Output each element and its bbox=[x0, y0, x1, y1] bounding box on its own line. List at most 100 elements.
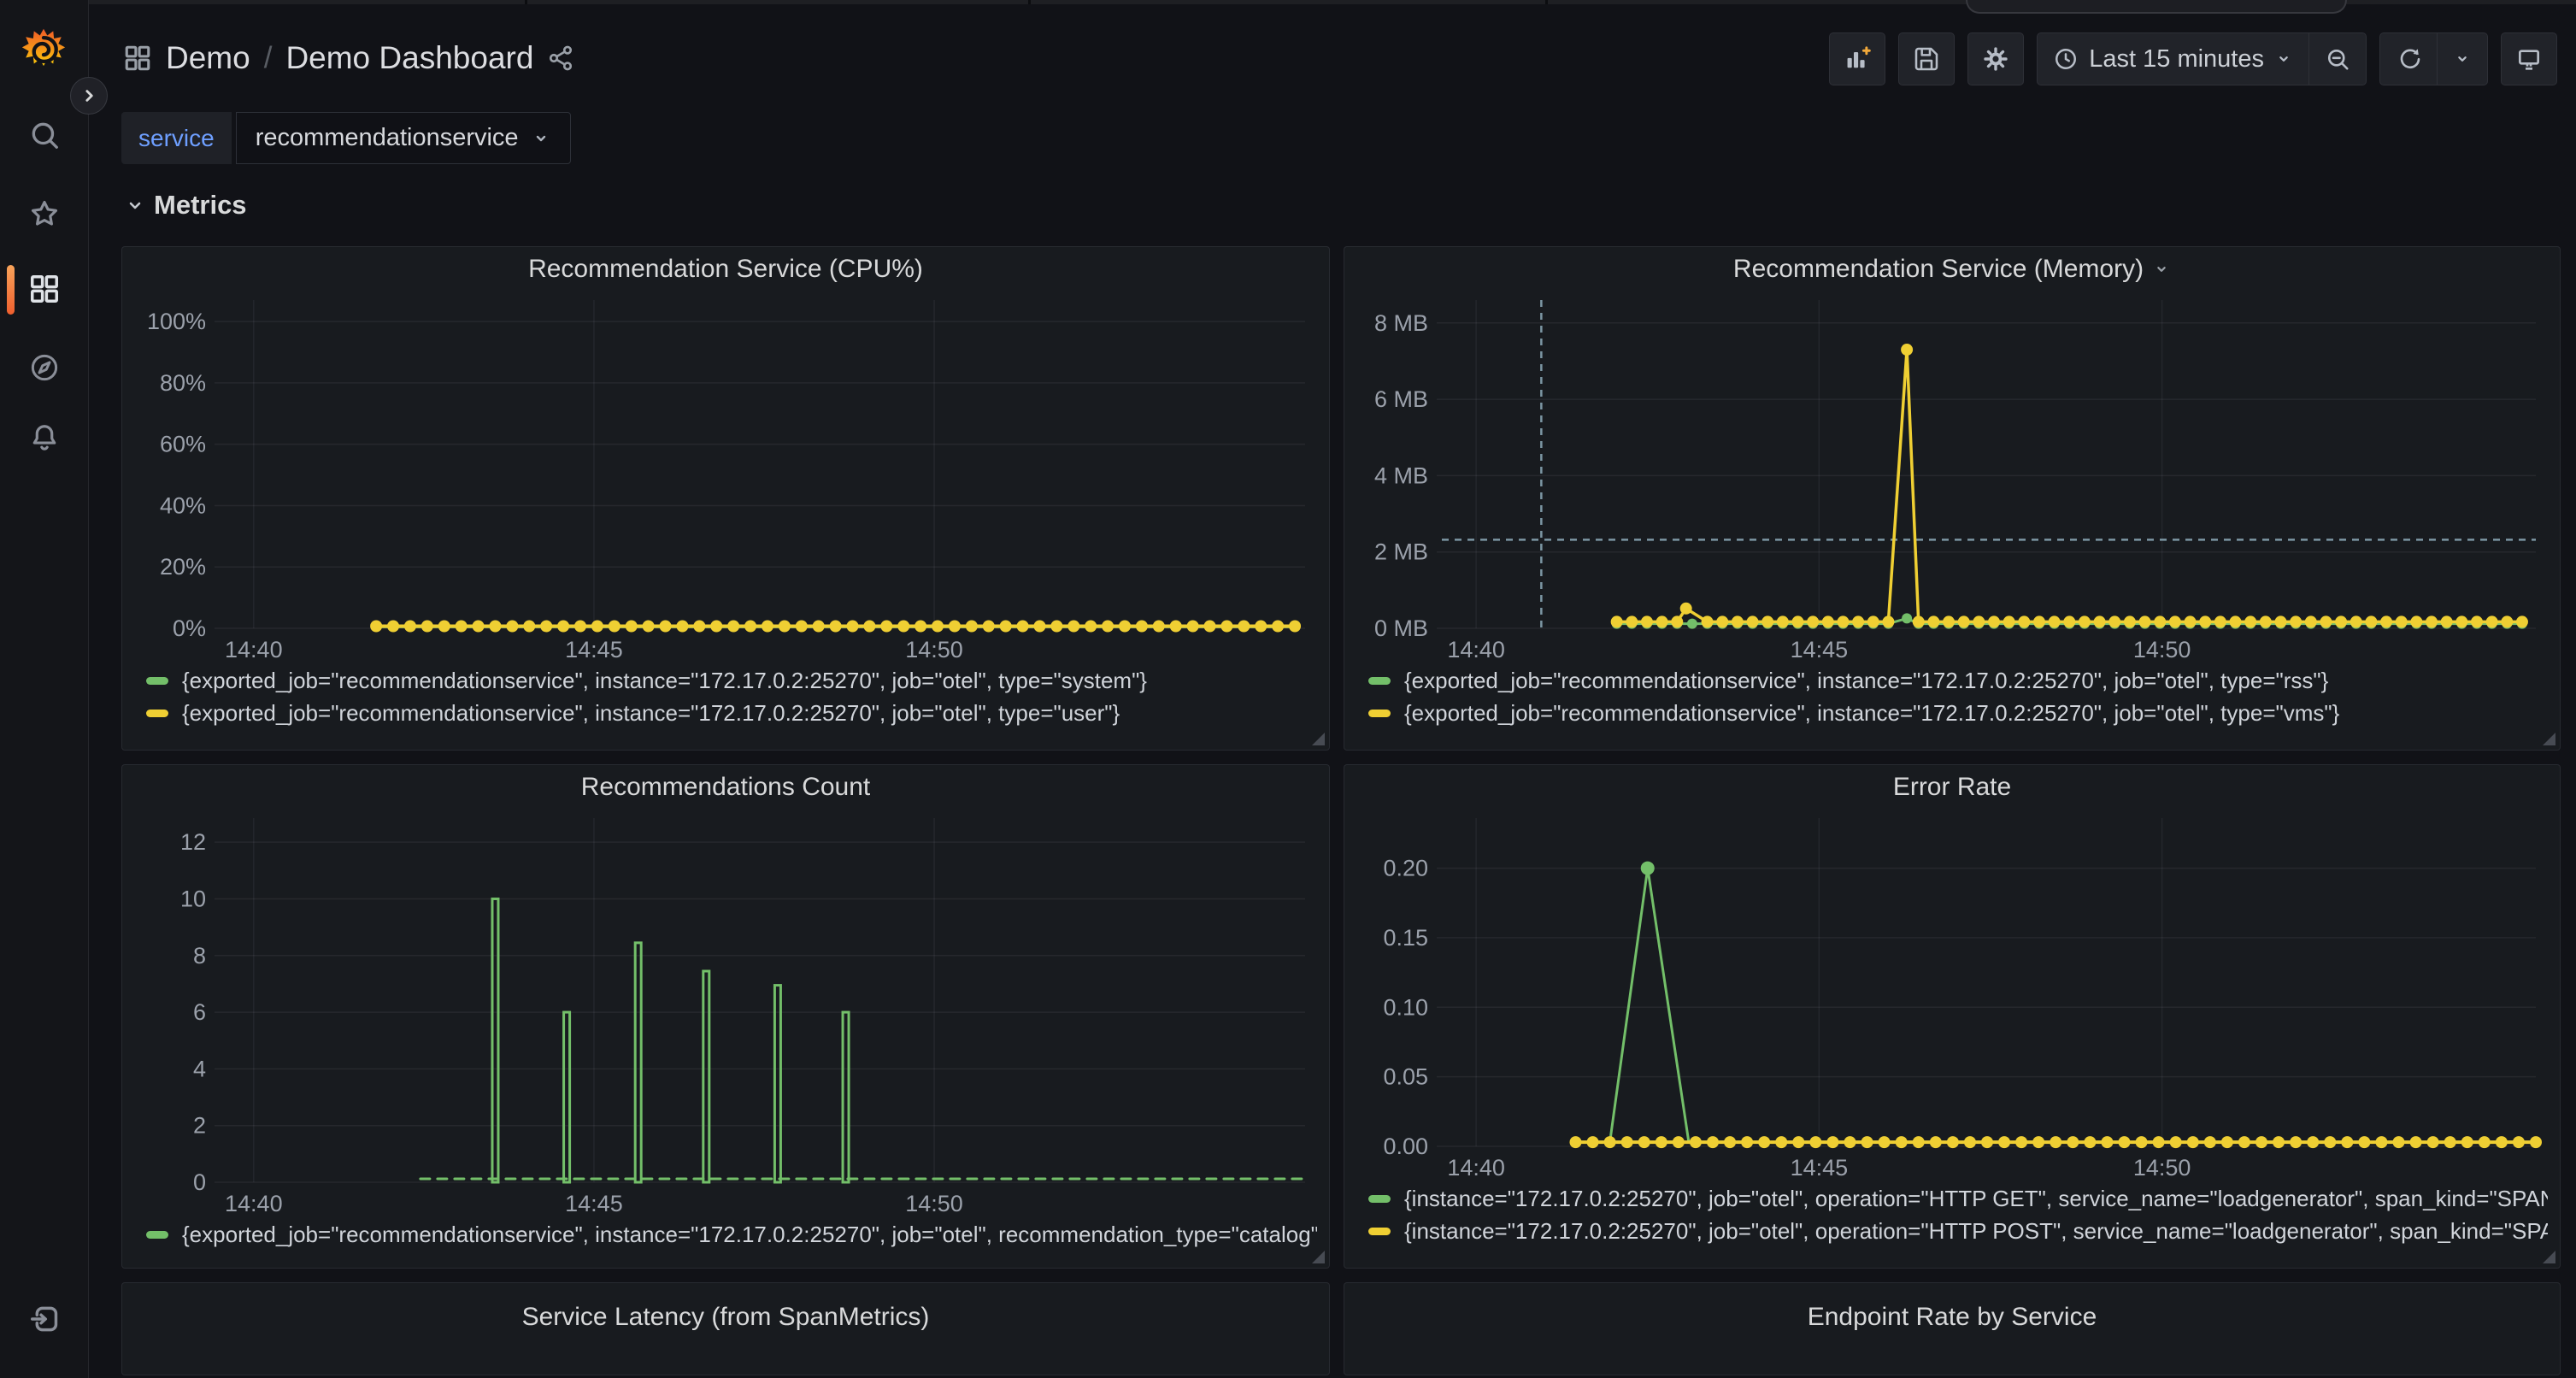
breadcrumb-dashboard[interactable]: Demo Dashboard bbox=[285, 40, 533, 76]
panel-cpu: Recommendation Service (CPU%) 0%20%40%60… bbox=[121, 246, 1330, 751]
legend-swatch bbox=[146, 677, 168, 685]
chevron-down-icon bbox=[531, 128, 551, 149]
time-controls: Last 15 minutes bbox=[2037, 32, 2367, 85]
legend: {instance="172.17.0.2:25270", job="otel"… bbox=[1356, 1182, 2548, 1247]
refresh-button[interactable] bbox=[2380, 33, 2437, 85]
svg-text:14:50: 14:50 bbox=[905, 1191, 963, 1216]
cpu-chart[interactable]: 0%20%40%60%80%100%14:4014:4514:50 bbox=[134, 292, 1319, 664]
svg-text:0.15: 0.15 bbox=[1383, 925, 1428, 951]
svg-text:14:45: 14:45 bbox=[565, 1191, 623, 1216]
svg-text:0: 0 bbox=[193, 1169, 206, 1195]
svg-text:0.05: 0.05 bbox=[1383, 1064, 1428, 1090]
sign-in-icon[interactable] bbox=[28, 1303, 61, 1335]
row-title: Metrics bbox=[154, 190, 247, 221]
panel-service-latency: Service Latency (from SpanMetrics) bbox=[121, 1282, 1330, 1375]
svg-text:8: 8 bbox=[193, 943, 206, 969]
breadcrumb-folder[interactable]: Demo bbox=[166, 40, 250, 76]
panel-resize-handle[interactable] bbox=[1312, 733, 1325, 745]
refresh-controls bbox=[2379, 32, 2488, 85]
panel-title[interactable]: Error Rate bbox=[1356, 765, 2548, 810]
variable-label[interactable]: service bbox=[121, 112, 232, 164]
legend: {exported_job="recommendationservice", i… bbox=[134, 1218, 1317, 1251]
kiosk-mode-button[interactable] bbox=[2501, 32, 2557, 85]
svg-text:0 MB: 0 MB bbox=[1374, 615, 1428, 641]
panel-title[interactable]: Endpoint Rate by Service bbox=[1356, 1295, 2548, 1340]
svg-text:6 MB: 6 MB bbox=[1374, 386, 1428, 412]
svg-text:14:45: 14:45 bbox=[1791, 637, 1849, 662]
variable-value-dropdown[interactable]: recommendationservice bbox=[236, 112, 571, 164]
template-variables: service recommendationservice bbox=[121, 112, 571, 164]
browser-tab-separator bbox=[1028, 0, 1031, 4]
grafana-logo-icon[interactable] bbox=[21, 27, 66, 72]
panel-error-rate: Error Rate 0.00 0.05 0.10 0.15 0.20 14:40 14:4… bbox=[1344, 764, 2561, 1269]
legend: {exported_job="recommendationservice", i… bbox=[134, 664, 1317, 729]
legend-item[interactable]: {exported_job="recommendationservice", i… bbox=[146, 664, 1317, 697]
legend-item[interactable]: {exported_job="recommendationservice", i… bbox=[146, 697, 1317, 729]
time-range-picker[interactable]: Last 15 minutes bbox=[2038, 33, 2308, 85]
time-range-label: Last 15 minutes bbox=[2089, 45, 2264, 74]
legend-item[interactable]: {exported_job="recommendationservice", i… bbox=[1368, 697, 2548, 729]
starred-icon[interactable] bbox=[28, 197, 61, 230]
add-panel-button[interactable] bbox=[1829, 32, 1885, 85]
svg-text:14:45: 14:45 bbox=[1791, 1155, 1849, 1181]
svg-text:80%: 80% bbox=[160, 370, 206, 396]
legend-swatch bbox=[1368, 677, 1391, 685]
error-rate-chart[interactable]: 0.00 0.05 0.10 0.15 0.20 14:40 14:45 14:50 bbox=[1356, 810, 2550, 1182]
svg-text:14:40: 14:40 bbox=[1447, 1155, 1505, 1181]
svg-text:0.20: 0.20 bbox=[1383, 856, 1428, 881]
svg-text:2 MB: 2 MB bbox=[1374, 539, 1428, 565]
panel-resize-handle[interactable] bbox=[1312, 1251, 1325, 1263]
svg-text:14:50: 14:50 bbox=[2133, 1155, 2191, 1181]
explore-compass-icon[interactable] bbox=[28, 351, 61, 384]
recommendations-chart[interactable]: 02468101214:4014:4514:50 bbox=[134, 810, 1319, 1218]
breadcrumb-separator: / bbox=[264, 41, 273, 75]
svg-text:14:50: 14:50 bbox=[2133, 637, 2191, 662]
panel-resize-handle[interactable] bbox=[2543, 733, 2555, 745]
share-icon[interactable] bbox=[547, 44, 574, 72]
svg-text:12: 12 bbox=[180, 829, 206, 855]
dashboard-settings-button[interactable] bbox=[1967, 32, 2024, 85]
dashboard-toolbar: Last 15 minutes bbox=[1829, 32, 2557, 85]
panel-title[interactable]: Service Latency (from SpanMetrics) bbox=[134, 1295, 1317, 1340]
legend-label: {exported_job="recommendationservice", i… bbox=[182, 700, 1120, 727]
legend-label: {exported_job="recommendationservice", i… bbox=[182, 1222, 1317, 1248]
svg-text:60%: 60% bbox=[160, 432, 206, 457]
sidebar bbox=[0, 0, 89, 1378]
alerting-bell-icon[interactable] bbox=[28, 422, 61, 455]
chevron-down-icon bbox=[2274, 50, 2293, 68]
dashboards-icon[interactable] bbox=[28, 273, 61, 305]
svg-text:14:45: 14:45 bbox=[565, 637, 623, 662]
panel-title[interactable]: Recommendation Service (Memory) bbox=[1356, 247, 2548, 292]
chevron-down-icon bbox=[125, 195, 145, 215]
svg-text:0.10: 0.10 bbox=[1383, 994, 1428, 1020]
svg-text:14:50: 14:50 bbox=[905, 637, 963, 662]
legend-swatch bbox=[146, 710, 168, 717]
svg-text:0%: 0% bbox=[173, 615, 206, 641]
row-metrics-toggle[interactable]: Metrics bbox=[125, 190, 247, 221]
panel-menu-caret-icon bbox=[2152, 260, 2171, 279]
legend-swatch bbox=[1368, 710, 1391, 717]
memory-chart[interactable]: 0 MB2 MB4 MB6 MB8 MB14:4014:4514:50 bbox=[1356, 292, 2550, 664]
zoom-out-button[interactable] bbox=[2308, 33, 2366, 85]
panel-endpoint-rate: Endpoint Rate by Service bbox=[1344, 1282, 2561, 1375]
svg-text:4 MB: 4 MB bbox=[1374, 462, 1428, 488]
search-icon[interactable] bbox=[28, 119, 61, 151]
svg-text:100%: 100% bbox=[147, 309, 206, 334]
legend-label: {instance="172.17.0.2:25270", job="otel"… bbox=[1404, 1186, 2548, 1212]
legend-item[interactable]: {instance="172.17.0.2:25270", job="otel"… bbox=[1368, 1215, 2548, 1247]
legend-label: {exported_job="recommendationservice", i… bbox=[1404, 700, 2339, 727]
expand-menu-button[interactable] bbox=[70, 77, 108, 115]
svg-text:0.00: 0.00 bbox=[1383, 1134, 1428, 1159]
legend-item[interactable]: {instance="172.17.0.2:25270", job="otel"… bbox=[1368, 1182, 2548, 1215]
legend-item[interactable]: {exported_job="recommendationservice", i… bbox=[146, 1218, 1317, 1251]
legend-item[interactable]: {exported_job="recommendationservice", i… bbox=[1368, 664, 2548, 697]
panel-title[interactable]: Recommendation Service (CPU%) bbox=[134, 247, 1317, 292]
panel-resize-handle[interactable] bbox=[2543, 1251, 2555, 1263]
svg-text:8 MB: 8 MB bbox=[1374, 310, 1428, 336]
panel-title[interactable]: Recommendations Count bbox=[134, 765, 1317, 810]
browser-tab-separator bbox=[1545, 0, 1548, 4]
legend-swatch bbox=[146, 1231, 168, 1239]
save-dashboard-button[interactable] bbox=[1898, 32, 1955, 85]
panel-memory: Recommendation Service (Memory) 0 MB 2 MB… bbox=[1344, 246, 2561, 751]
refresh-interval-dropdown[interactable] bbox=[2437, 33, 2487, 85]
